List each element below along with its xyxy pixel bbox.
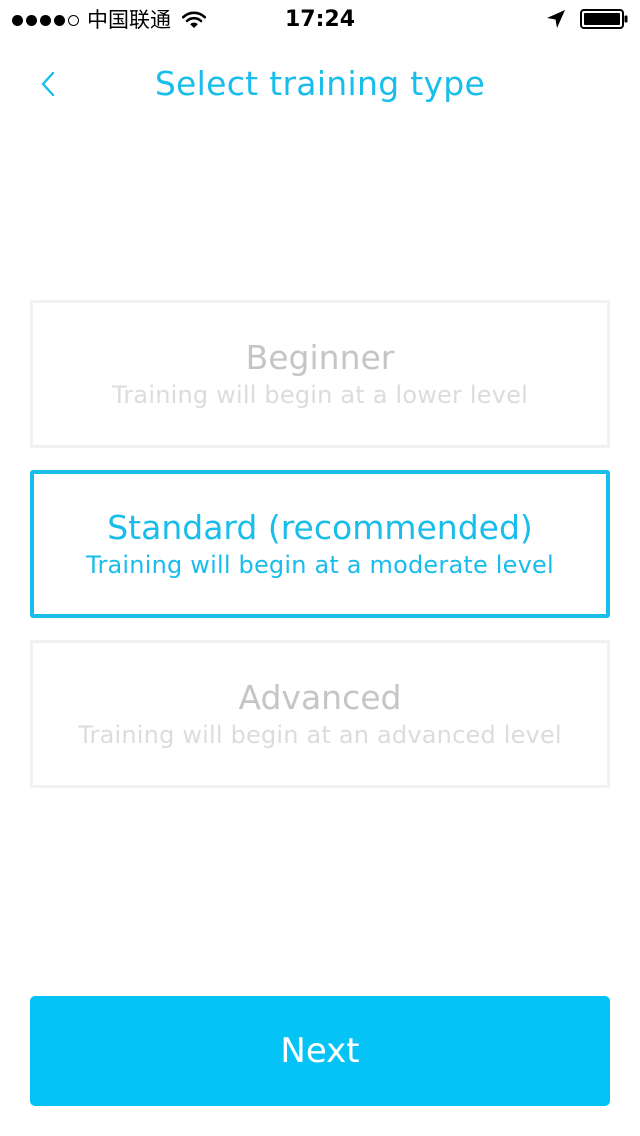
location-arrow-icon <box>547 10 565 28</box>
page-title: Select training type <box>154 64 486 103</box>
option-beginner[interactable]: Beginner Training will begin at a lower … <box>30 300 610 448</box>
option-description: Training will begin at an advanced level <box>78 721 562 749</box>
next-button[interactable]: Next <box>30 996 610 1106</box>
option-description: Training will begin at a moderate level <box>86 551 554 579</box>
option-title: Beginner <box>245 338 395 377</box>
nav-bar: Select training type <box>0 40 640 128</box>
option-standard[interactable]: Standard (recommended) Training will beg… <box>30 470 610 618</box>
option-title: Advanced <box>238 678 402 717</box>
option-title: Standard (recommended) <box>107 508 533 547</box>
status-bar: 中国联通 17:24 <box>0 0 640 40</box>
option-advanced[interactable]: Advanced Training will begin at an advan… <box>30 640 610 788</box>
training-type-options: Beginner Training will begin at a lower … <box>30 300 610 810</box>
status-right <box>546 9 628 29</box>
option-description: Training will begin at a lower level <box>112 381 528 409</box>
battery-icon <box>580 9 628 29</box>
status-time: 17:24 <box>284 7 356 32</box>
